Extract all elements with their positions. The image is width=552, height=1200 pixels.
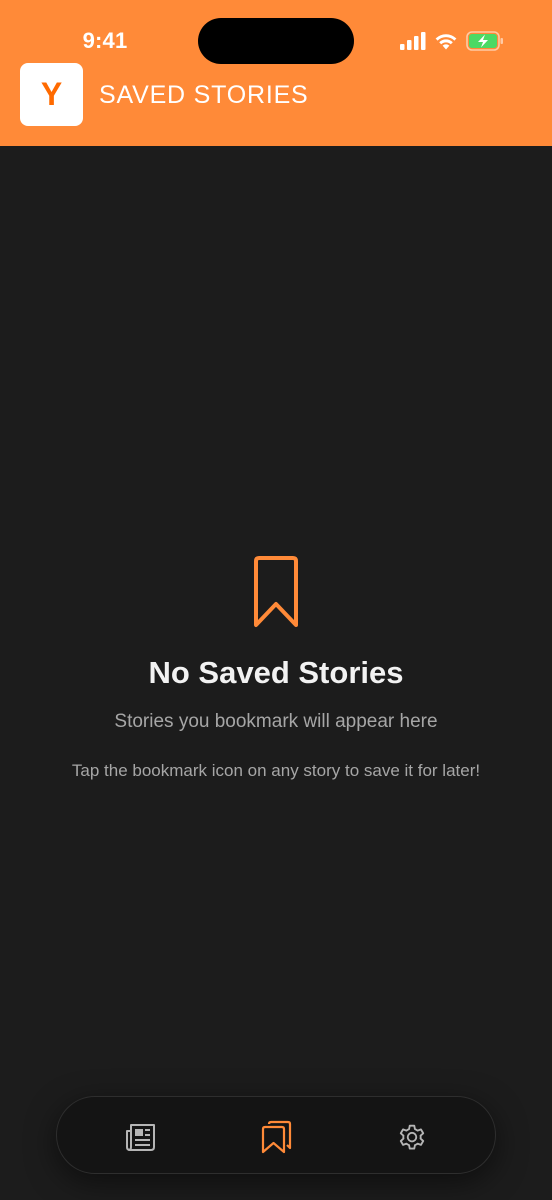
bookmark-icon — [254, 556, 298, 627]
wifi-icon — [435, 34, 457, 50]
empty-state-hint: Tap the bookmark icon on any story to sa… — [71, 761, 481, 780]
status-icons — [400, 30, 504, 52]
app-logo-letter: Y — [40, 76, 63, 112]
bookmarks-icon — [261, 1120, 292, 1154]
battery-charging-icon — [466, 31, 503, 51]
cellular-signal-icon — [400, 32, 426, 50]
status-time: 9:41 — [82, 28, 128, 53]
empty-state-title: No Saved Stories — [148, 655, 404, 690]
newspaper-icon — [126, 1124, 155, 1151]
app-bar: Y SAVED STORIES — [0, 62, 552, 128]
tab-news[interactable] — [119, 1115, 163, 1159]
page-title: SAVED STORIES — [99, 81, 309, 109]
saved-stories-screen: 9:41 Y SAVED STORIES No Saved Stories St… — [0, 0, 552, 1200]
empty-state-subtitle: Stories you bookmark will appear here — [114, 711, 438, 732]
dynamic-island — [198, 18, 354, 64]
tab-settings[interactable] — [390, 1115, 434, 1159]
empty-state: No Saved Stories Stories you bookmark wi… — [0, 555, 552, 781]
gear-icon — [399, 1124, 425, 1150]
header: 9:41 Y SAVED STORIES — [0, 0, 552, 146]
app-logo: Y — [20, 63, 83, 126]
tab-saved[interactable] — [254, 1115, 298, 1159]
tab-bar — [56, 1096, 496, 1174]
status-bar: 9:41 — [0, 0, 552, 64]
